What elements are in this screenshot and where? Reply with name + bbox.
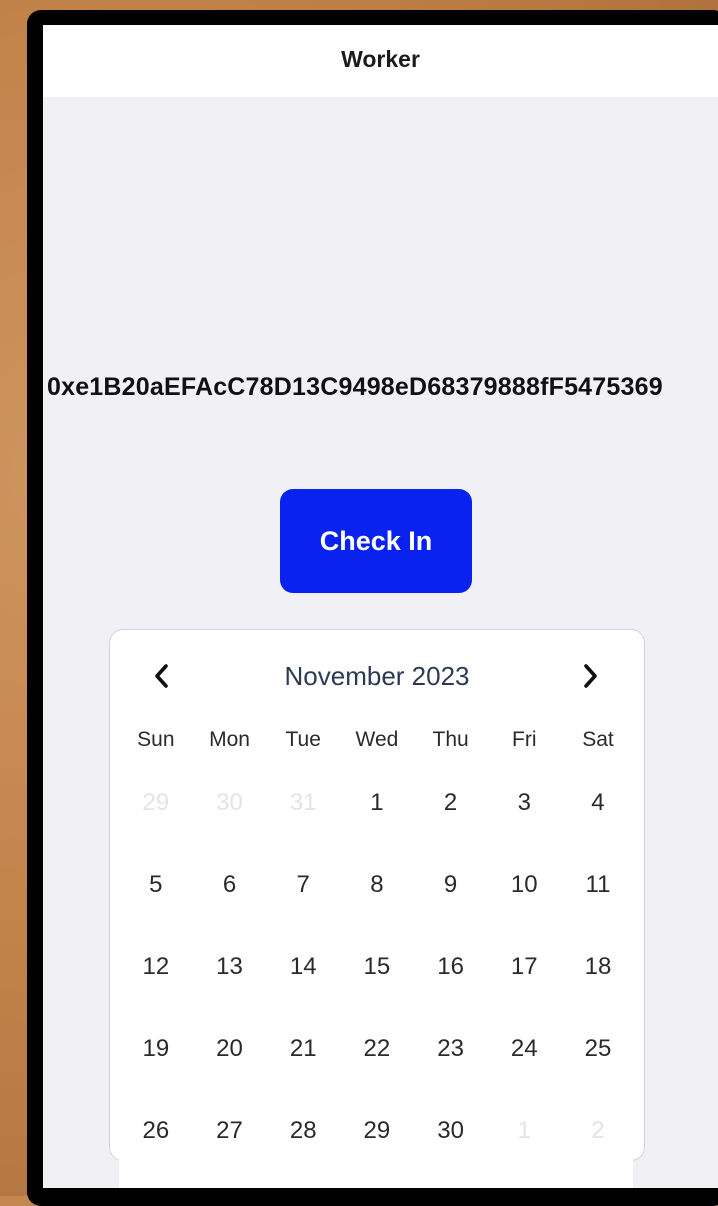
- weekday-label: Mon: [209, 728, 250, 751]
- calendar-day[interactable]: 30: [193, 789, 267, 817]
- calendar-day[interactable]: 1: [340, 789, 414, 817]
- weekday-label: Wed: [355, 728, 399, 751]
- calendar-day[interactable]: 15: [340, 953, 414, 981]
- page-title: Worker: [341, 45, 420, 72]
- calendar-day[interactable]: 3: [487, 789, 561, 817]
- calendar-day[interactable]: 25: [561, 1035, 635, 1063]
- calendar-month-label: November 2023: [284, 661, 470, 691]
- calendar-day[interactable]: 7: [266, 871, 340, 899]
- calendar-day[interactable]: 8: [340, 871, 414, 899]
- calendar-day[interactable]: 22: [340, 1035, 414, 1063]
- calendar-day[interactable]: 26: [119, 1117, 193, 1145]
- calendar-day[interactable]: 13: [193, 953, 267, 981]
- calendar-scroll-edge: [119, 1157, 633, 1188]
- calendar-day[interactable]: 10: [487, 871, 561, 899]
- navigation-bar: Worker: [43, 25, 718, 97]
- calendar-day[interactable]: 27: [193, 1117, 267, 1145]
- weekday-label: Fri: [512, 728, 537, 751]
- calendar-day[interactable]: 2: [414, 789, 488, 817]
- calendar-day[interactable]: 20: [193, 1035, 267, 1063]
- calendar-week-row: 5 6 7 8 9 10 11: [119, 871, 635, 899]
- calendar-week-row: 12 13 14 15 16 17 18: [119, 953, 635, 981]
- calendar-week-row: 26 27 28 29 30 1 2: [119, 1117, 635, 1145]
- calendar-day[interactable]: 29: [340, 1117, 414, 1145]
- calendar-day[interactable]: 14: [266, 953, 340, 981]
- calendar-day[interactable]: 4: [561, 789, 635, 817]
- calendar-day[interactable]: 17: [487, 953, 561, 981]
- calendar-day[interactable]: 21: [266, 1035, 340, 1063]
- calendar-week-row: 29 30 31 1 2 3 4: [119, 789, 635, 817]
- calendar-day[interactable]: 11: [561, 871, 635, 899]
- weekday-label: Sun: [137, 728, 175, 751]
- calendar-day[interactable]: 6: [193, 871, 267, 899]
- calendar-header: November 2023: [110, 654, 644, 698]
- calendar-day[interactable]: 2: [561, 1117, 635, 1145]
- calendar-day[interactable]: 1: [487, 1117, 561, 1145]
- calendar-day[interactable]: 5: [119, 871, 193, 899]
- calendar-day[interactable]: 19: [119, 1035, 193, 1063]
- calendar-day[interactable]: 31: [266, 789, 340, 817]
- calendar-day[interactable]: 9: [414, 871, 488, 899]
- calendar-day[interactable]: 16: [414, 953, 488, 981]
- calendar-day[interactable]: 23: [414, 1035, 488, 1063]
- calendar-day[interactable]: 30: [414, 1117, 488, 1145]
- calendar-day[interactable]: 18: [561, 953, 635, 981]
- chevron-right-icon[interactable]: [570, 658, 610, 694]
- calendar-week-row: 19 20 21 22 23 24 25: [119, 1035, 635, 1063]
- calendar-day[interactable]: 12: [119, 953, 193, 981]
- wallet-address: 0xe1B20aEFAcC78D13C9498eD68379888fF54753…: [47, 373, 663, 401]
- calendar: November 2023 Sun Mon Tue Wed Thu Fri Sa…: [109, 629, 645, 1161]
- weekday-label: Sat: [582, 728, 614, 751]
- weekday-header-row: Sun Mon Tue Wed Thu Fri Sat: [119, 728, 635, 752]
- calendar-day[interactable]: 29: [119, 789, 193, 817]
- app-screen: Worker 0xe1B20aEFAcC78D13C9498eD68379888…: [43, 25, 718, 1188]
- chevron-left-icon[interactable]: [142, 658, 182, 694]
- weekday-label: Thu: [432, 728, 469, 751]
- calendar-day[interactable]: 28: [266, 1117, 340, 1145]
- calendar-day[interactable]: 24: [487, 1035, 561, 1063]
- check-in-button[interactable]: Check In: [280, 489, 472, 593]
- weekday-label: Tue: [285, 728, 321, 751]
